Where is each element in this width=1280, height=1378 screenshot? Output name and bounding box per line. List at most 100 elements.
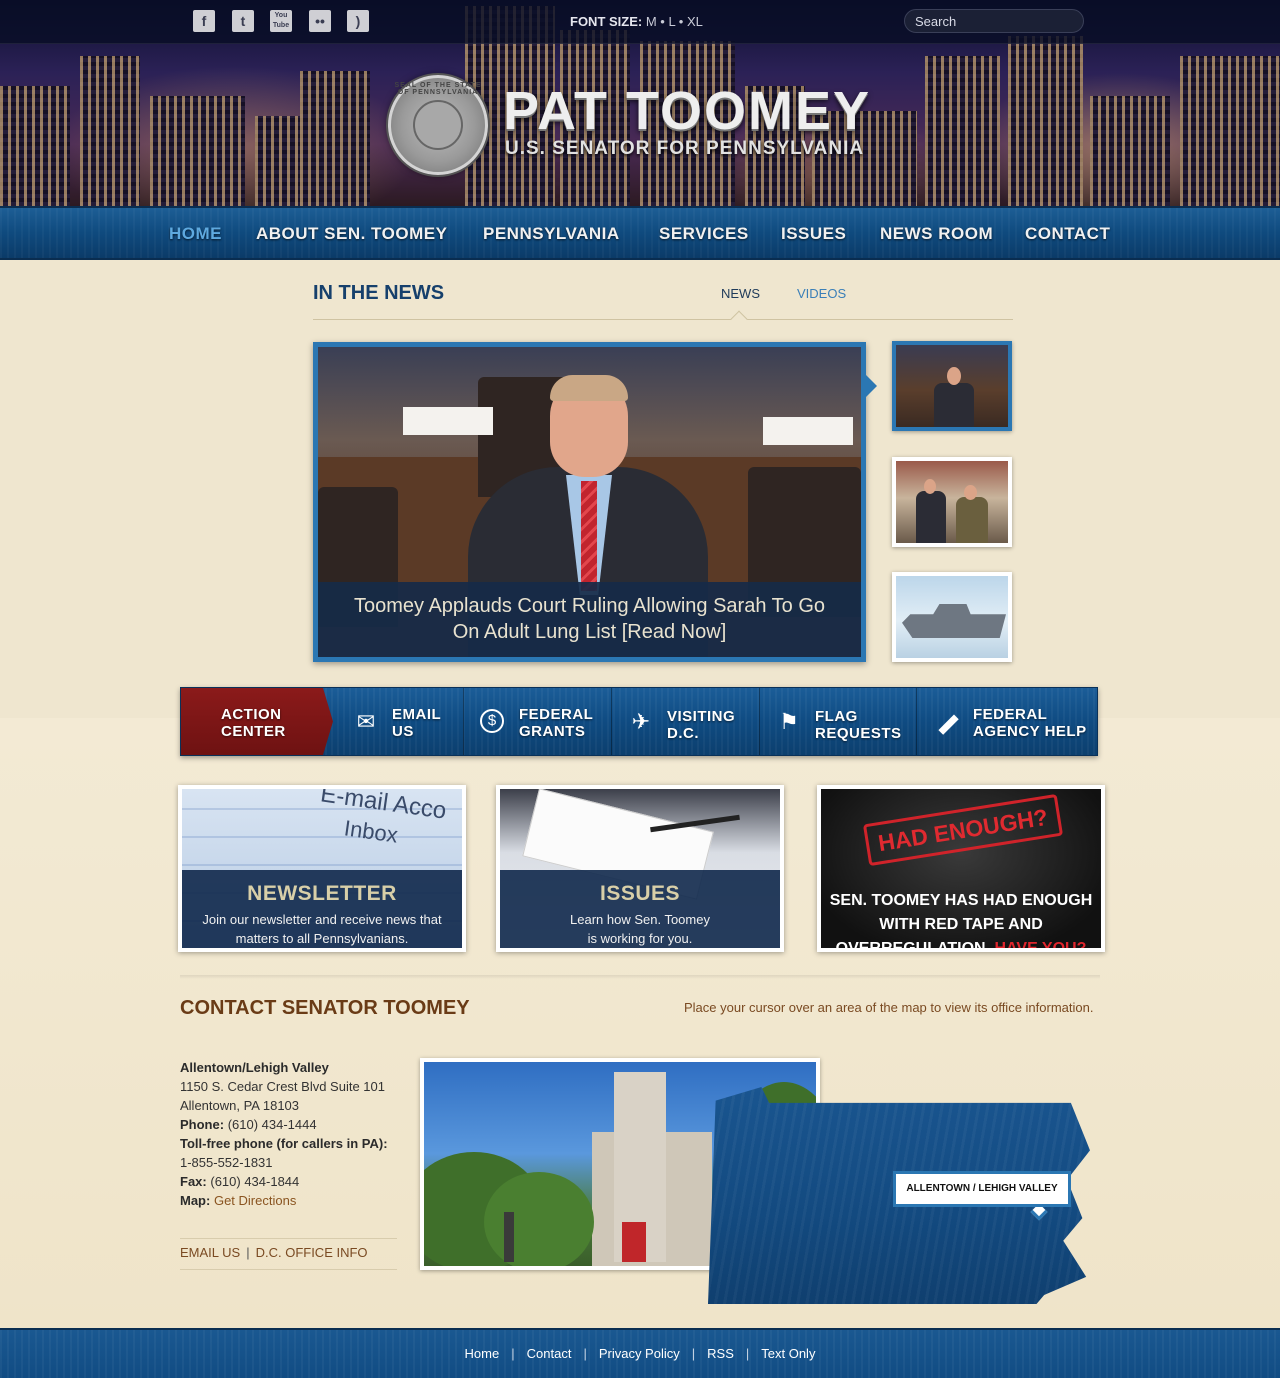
office-tollfree: 1-855-552-1831	[180, 1155, 273, 1170]
fax-label: Fax:	[180, 1174, 207, 1189]
action-flag-requests[interactable]: FLAG REQUESTS	[815, 708, 902, 742]
action-federal-grants[interactable]: FEDERAL GRANTS	[519, 706, 593, 740]
section-title-news: IN THE NEWS	[313, 282, 445, 304]
slide-pointer	[866, 375, 877, 397]
skyline-building	[1090, 96, 1170, 206]
news-thumbnail[interactable]	[892, 341, 1012, 431]
office-address-line: 1150 S. Cedar Crest Blvd Suite 101	[180, 1079, 385, 1094]
state-seal-logo[interactable]: SEAL OF THE STATE OF PENNSYLVANIA	[388, 75, 488, 175]
footer-links: Home | Contact | Privacy Policy | RSS | Text Onl…	[0, 1346, 1280, 1361]
nav-item-services[interactable]: SERVICES	[659, 224, 749, 244]
promo-issues[interactable]: ISSUES Learn how Sen. Toomey is working …	[496, 785, 784, 952]
action-federal-agency-help[interactable]: FEDERAL AGENCY HELP	[973, 706, 1087, 740]
thumb-ship	[902, 604, 1006, 638]
bandage-icon[interactable]: ▬	[928, 704, 965, 741]
seal-emblem	[413, 100, 463, 150]
action-visiting-dc[interactable]: VISITING D.C.	[667, 708, 735, 742]
divider	[759, 688, 760, 755]
phone-label: Phone:	[180, 1117, 225, 1132]
skyline-building	[150, 96, 245, 206]
nav-item-pennsylvania[interactable]: PENNSYLVANIA	[483, 224, 620, 244]
nav-item-about[interactable]: ABOUT SEN. TOOMEY	[256, 224, 447, 244]
promo-text: Learn how Sen. Toomey is working for you…	[570, 912, 710, 946]
divider	[611, 688, 612, 755]
nav-item-issues[interactable]: ISSUES	[781, 224, 846, 244]
photo-person-hair	[550, 375, 628, 401]
action-email-us[interactable]: EMAIL US	[392, 706, 441, 740]
divider	[463, 688, 464, 755]
font-size-options[interactable]: M • L • XL	[646, 14, 703, 29]
get-directions-link[interactable]: Get Directions	[214, 1193, 296, 1208]
office-address-line: Allentown, PA 18103	[180, 1098, 300, 1113]
footer-link-home[interactable]: Home	[465, 1346, 500, 1361]
tab-videos[interactable]: VIDEOS	[797, 286, 846, 301]
office-name: Allentown/Lehigh Valley	[180, 1060, 329, 1075]
search-input[interactable]	[904, 9, 1084, 33]
news-thumbnail[interactable]	[892, 457, 1012, 547]
divider	[313, 319, 1013, 320]
skyline-building	[925, 56, 1000, 206]
news-thumbnail[interactable]	[892, 572, 1012, 662]
promo-panel: NEWSLETTER Join our newsletter and recei…	[182, 870, 462, 948]
map-hint-text: Place your cursor over an area of the ma…	[684, 1000, 1094, 1015]
flickr-icon[interactable]: ••	[309, 10, 331, 32]
nav-item-news-room[interactable]: NEWS ROOM	[880, 224, 993, 244]
promo-newsletter[interactable]: E-mail Acco Inbox NEWSLETTER Join our ne…	[178, 785, 466, 952]
nav-item-contact[interactable]: CONTACT	[1025, 224, 1110, 244]
promo-panel: ISSUES Learn how Sen. Toomey is working …	[500, 870, 780, 948]
promo-title: NEWSLETTER	[247, 882, 397, 905]
divider	[916, 688, 917, 755]
office-fax: (610) 434-1844	[210, 1174, 300, 1189]
site-header: f t You Tube •• ) FONT SIZE: M • L • XL …	[0, 0, 1280, 206]
airplane-icon[interactable]: ✈	[628, 709, 654, 735]
youtube-icon[interactable]: You Tube	[270, 10, 292, 32]
link-separator: |	[691, 1346, 696, 1361]
site-footer: Home | Contact | Privacy Policy | RSS | Text Onl…	[0, 1328, 1280, 1378]
footer-link-contact[interactable]: Contact	[527, 1346, 572, 1361]
thumb-figure	[916, 491, 946, 543]
rss-icon[interactable]: )	[347, 10, 369, 32]
envelope-icon[interactable]: ✉	[353, 709, 379, 735]
featured-news-image: Toomey Applauds Court Ruling Allowing Sa…	[318, 347, 861, 657]
office-links: EMAIL US | D.C. OFFICE INFO	[180, 1238, 397, 1270]
promo-had-enough[interactable]: HAD ENOUGH? SEN. TOOMEY HAS HAD ENOUGH W…	[817, 785, 1105, 952]
thumb-head	[947, 367, 961, 385]
font-size-label: FONT SIZE:	[570, 14, 643, 29]
photo-papers	[403, 407, 493, 435]
link-separator: |	[511, 1346, 515, 1361]
facebook-icon[interactable]: f	[193, 10, 215, 32]
office-phone: (610) 434-1444	[227, 1117, 317, 1132]
email-us-link[interactable]: EMAIL US	[180, 1245, 240, 1260]
top-bar: f t You Tube •• ) FONT SIZE: M • L • XL	[0, 0, 1280, 44]
photo-papers	[763, 417, 853, 445]
promo-bg-word: Inbox	[342, 815, 400, 848]
featured-news-caption[interactable]: Toomey Applauds Court Ruling Allowing Sa…	[318, 582, 861, 657]
map-label: Map:	[180, 1193, 211, 1208]
featured-news-slide[interactable]: Toomey Applauds Court Ruling Allowing Sa…	[313, 342, 866, 662]
photo-person-tie	[581, 481, 597, 591]
twitter-icon[interactable]: t	[232, 10, 254, 32]
tab-news[interactable]: NEWS	[721, 286, 760, 301]
thumb-head	[964, 485, 977, 500]
promo-text: Join our newsletter and receive news tha…	[202, 912, 442, 946]
promo-title: ISSUES	[599, 882, 681, 905]
divider	[180, 975, 1100, 979]
footer-link-privacy[interactable]: Privacy Policy	[599, 1346, 680, 1361]
office-info: Allentown/Lehigh Valley 1150 S. Cedar Cr…	[180, 1058, 400, 1210]
skyline-building	[1180, 56, 1280, 206]
site-title[interactable]: PAT TOOMEY	[503, 80, 871, 142]
action-center-text: ACTION CENTER	[221, 706, 286, 740]
dc-office-info-link[interactable]: D.C. OFFICE INFO	[256, 1245, 368, 1260]
promo-bg-word: E-mail Acco	[318, 785, 449, 825]
nav-item-home[interactable]: HOME	[169, 224, 222, 244]
tollfree-label: Toll-free phone (for callers in PA):	[180, 1136, 388, 1151]
link-separator: |	[246, 1245, 250, 1260]
footer-link-text-only[interactable]: Text Only	[761, 1346, 815, 1361]
flag-icon[interactable]: ⚑	[776, 709, 802, 735]
dollar-icon[interactable]: $	[480, 709, 504, 733]
map-tooltip: ALLENTOWN / LEHIGH VALLEY	[893, 1171, 1071, 1207]
had-enough-cta: HAVE YOU?	[994, 940, 1087, 952]
footer-link-rss[interactable]: RSS	[707, 1346, 734, 1361]
skyline-building	[0, 86, 70, 206]
link-separator: |	[583, 1346, 587, 1361]
